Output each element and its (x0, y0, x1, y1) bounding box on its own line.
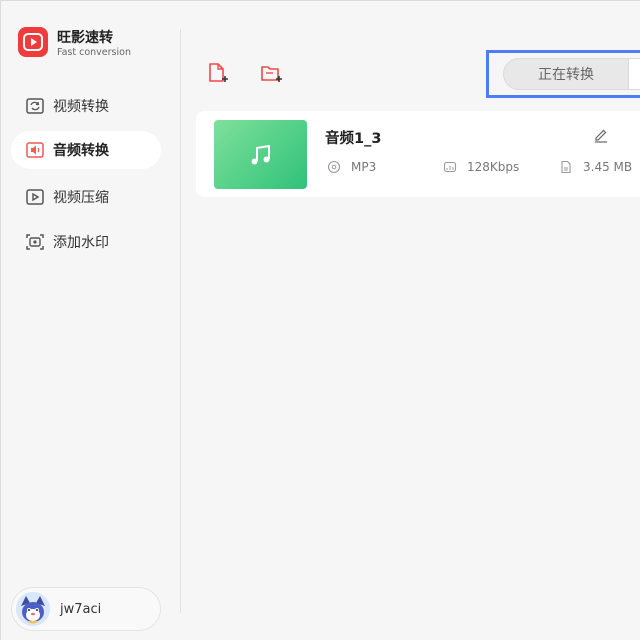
app-window: 旺影速转 Fast conversion 视频转换 音频转换 视频压缩 添加水印 (0, 0, 640, 640)
sidebar-item-audio-convert[interactable]: 音频转换 (11, 131, 161, 169)
sidebar-item-label: 视频压缩 (53, 190, 109, 206)
sidebar-divider (180, 29, 181, 613)
video-convert-icon (25, 96, 45, 116)
sidebar: 旺影速转 Fast conversion 视频转换 音频转换 视频压缩 添加水印 (1, 1, 181, 640)
status-highlight-box (486, 50, 640, 98)
file-size-value: 3.45 MB (583, 160, 633, 174)
file-bitrate-value: 128Kbps (467, 160, 520, 174)
play-logo-icon (23, 33, 43, 51)
add-folder-icon (261, 66, 282, 82)
pencil-icon (595, 129, 607, 143)
file-size-icon (559, 160, 573, 174)
bitrate-icon (443, 160, 457, 174)
audio-convert-icon (25, 140, 45, 160)
edit-button[interactable] (593, 127, 609, 143)
add-file-icon (209, 63, 228, 82)
add-file-button[interactable] (206, 61, 230, 85)
app-logo (18, 27, 48, 57)
file-item-card[interactable]: 音频1_3 MP3 128Kbps 3.45 MB (196, 111, 640, 197)
sidebar-item-video-convert[interactable]: 视频转换 (11, 87, 161, 125)
format-icon (327, 160, 341, 174)
app-subtitle: Fast conversion (57, 47, 131, 58)
file-format-value: MP3 (351, 160, 377, 174)
sidebar-item-video-compress[interactable]: 视频压缩 (11, 178, 161, 216)
sidebar-item-label: 音频转换 (53, 143, 109, 159)
file-size: 3.45 MB (559, 160, 632, 174)
app-name: 旺影速转 (57, 30, 113, 46)
watermark-icon (25, 232, 45, 252)
add-folder-button[interactable] (259, 61, 283, 85)
avatar-icon (16, 592, 50, 626)
music-note-icon (251, 144, 270, 164)
audio-thumbnail (214, 120, 307, 189)
sidebar-item-watermark[interactable]: 添加水印 (11, 223, 161, 261)
sidebar-item-label: 视频转换 (53, 99, 109, 115)
file-format: MP3 (327, 160, 376, 174)
username: jw7aci (60, 601, 102, 617)
user-profile[interactable]: jw7aci (11, 587, 161, 631)
file-bitrate: 128Kbps (443, 160, 519, 174)
video-compress-icon (25, 187, 45, 207)
sidebar-item-label: 添加水印 (53, 235, 109, 251)
file-name: 音频1_3 (325, 131, 382, 147)
